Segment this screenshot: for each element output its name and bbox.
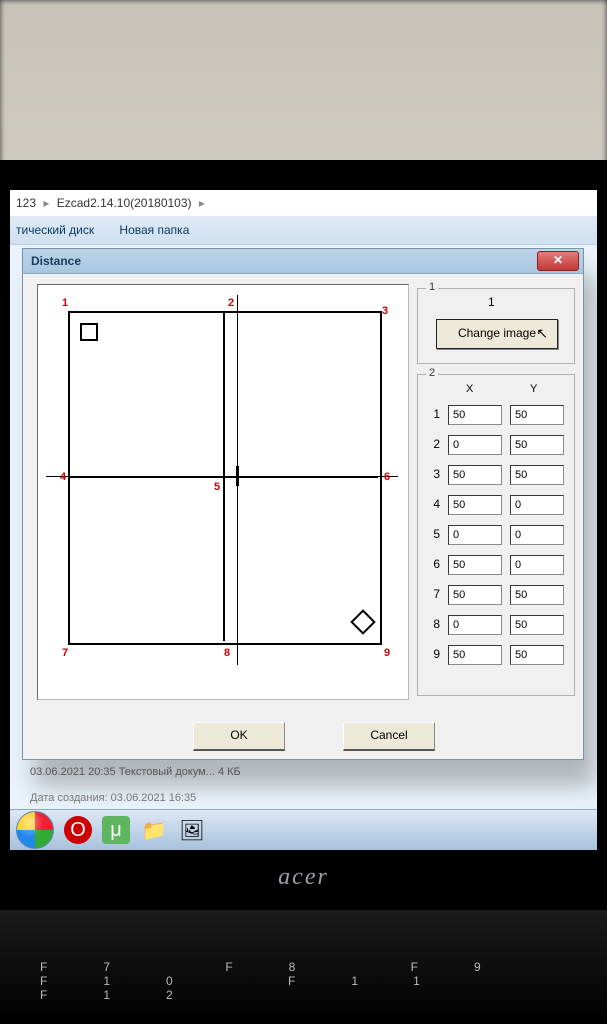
toolbar-burn-disc[interactable]: тический диск [16,223,94,237]
coord-row: 4500 [426,493,564,515]
start-button[interactable] [16,811,54,849]
x-input[interactable]: 0 [448,435,502,455]
group-image: 1 1 Change image ↖ [417,288,575,364]
point-label: 8 [224,647,230,659]
coord-row: 2050 [426,433,564,455]
point-label: 4 [60,471,66,483]
explorer-toolbar: тический диск Новая папка [10,216,597,245]
function-keys: F7 F8 F9 F10 F11 F12 [40,960,607,1002]
ok-button[interactable]: OK [193,722,285,751]
distance-dialog: Distance ✕ 1 2 3 4 5 [22,248,584,760]
point-label: 7 [62,647,68,659]
coord-row: 15050 [426,403,564,425]
coord-row: 6500 [426,553,564,575]
column-header-x: X [466,383,473,395]
point-label: 3 [382,305,388,317]
taskbar-thumbnail-icon[interactable]: 🖼 [178,816,206,844]
x-input[interactable]: 50 [448,555,502,575]
grid-outer [68,311,382,645]
dialog-titlebar[interactable]: Distance ✕ [23,249,583,274]
toolbar-new-folder[interactable]: Новая папка [119,223,189,237]
x-input[interactable]: 50 [448,585,502,605]
x-input[interactable]: 50 [448,465,502,485]
image-number: 1 [488,295,495,309]
group-legend: 2 [426,367,438,379]
close-button[interactable]: ✕ [537,251,579,271]
y-input[interactable]: 50 [510,645,564,665]
x-input[interactable]: 0 [448,525,502,545]
x-input[interactable]: 50 [448,405,502,425]
laptop-brand-logo: acer [0,864,607,891]
cancel-button[interactable]: Cancel [343,722,435,751]
calibration-canvas-frame: 1 2 3 4 5 6 7 8 9 [37,284,409,700]
change-image-button[interactable]: Change image [436,319,558,349]
dialog-client: 1 2 3 4 5 6 7 8 9 1 1 Change image ↖ [23,274,583,760]
point-label: 6 [384,471,390,483]
windows-desktop: 123 ▸ Ezcad2.14.10(20180103) ▸ тический … [10,190,597,850]
coord-row: 500 [426,523,564,545]
taskbar-utorrent-icon[interactable]: μ [102,816,130,844]
center-tick [236,466,239,486]
explorer-row-preview: 03.06.2021 20:35 Текстовый докум... 4 КБ… [30,766,241,804]
y-input[interactable]: 50 [510,435,564,455]
x-input[interactable]: 0 [448,615,502,635]
column-header-y: Y [530,383,537,395]
y-input[interactable]: 50 [510,585,564,605]
coord-row: 95050 [426,643,564,665]
grid-mid-horizontal [68,476,378,478]
coord-row: 35050 [426,463,564,485]
taskbar-explorer-icon[interactable]: 📁 [140,816,168,844]
y-input[interactable]: 50 [510,615,564,635]
x-input[interactable]: 50 [448,495,502,515]
breadcrumb-seg[interactable]: Ezcad2.14.10(20180103) [57,196,192,210]
windows-taskbar[interactable]: O μ 📁 🖼 [10,809,597,850]
chevron-right-icon: ▸ [39,196,53,210]
calibration-canvas[interactable]: 1 2 3 4 5 6 7 8 9 [38,285,408,699]
point-label: 1 [62,297,68,309]
coord-row: 75050 [426,583,564,605]
taskbar-opera-icon[interactable]: O [64,816,92,844]
point-label: 2 [228,297,234,309]
coord-row: 8050 [426,613,564,635]
y-input[interactable]: 0 [510,525,564,545]
explorer-address-bar[interactable]: 123 ▸ Ezcad2.14.10(20180103) ▸ [10,190,597,217]
y-input[interactable]: 50 [510,405,564,425]
y-input[interactable]: 50 [510,465,564,485]
breadcrumb-seg[interactable]: 123 [16,196,36,210]
dialog-title: Distance [31,254,81,268]
group-legend: 1 [426,281,438,293]
x-input[interactable]: 50 [448,645,502,665]
y-input[interactable]: 0 [510,555,564,575]
point-label: 9 [384,647,390,659]
chevron-right-icon: ▸ [195,196,209,210]
file-created-label: Дата создания: 03.06.2021 16:35 [30,792,241,804]
group-coordinates: 2 X Y 15050 2050 35050 4500 500 6500 750… [417,374,575,696]
point-label: 5 [214,481,220,493]
origin-square-marker [80,323,98,341]
y-input[interactable]: 0 [510,495,564,515]
